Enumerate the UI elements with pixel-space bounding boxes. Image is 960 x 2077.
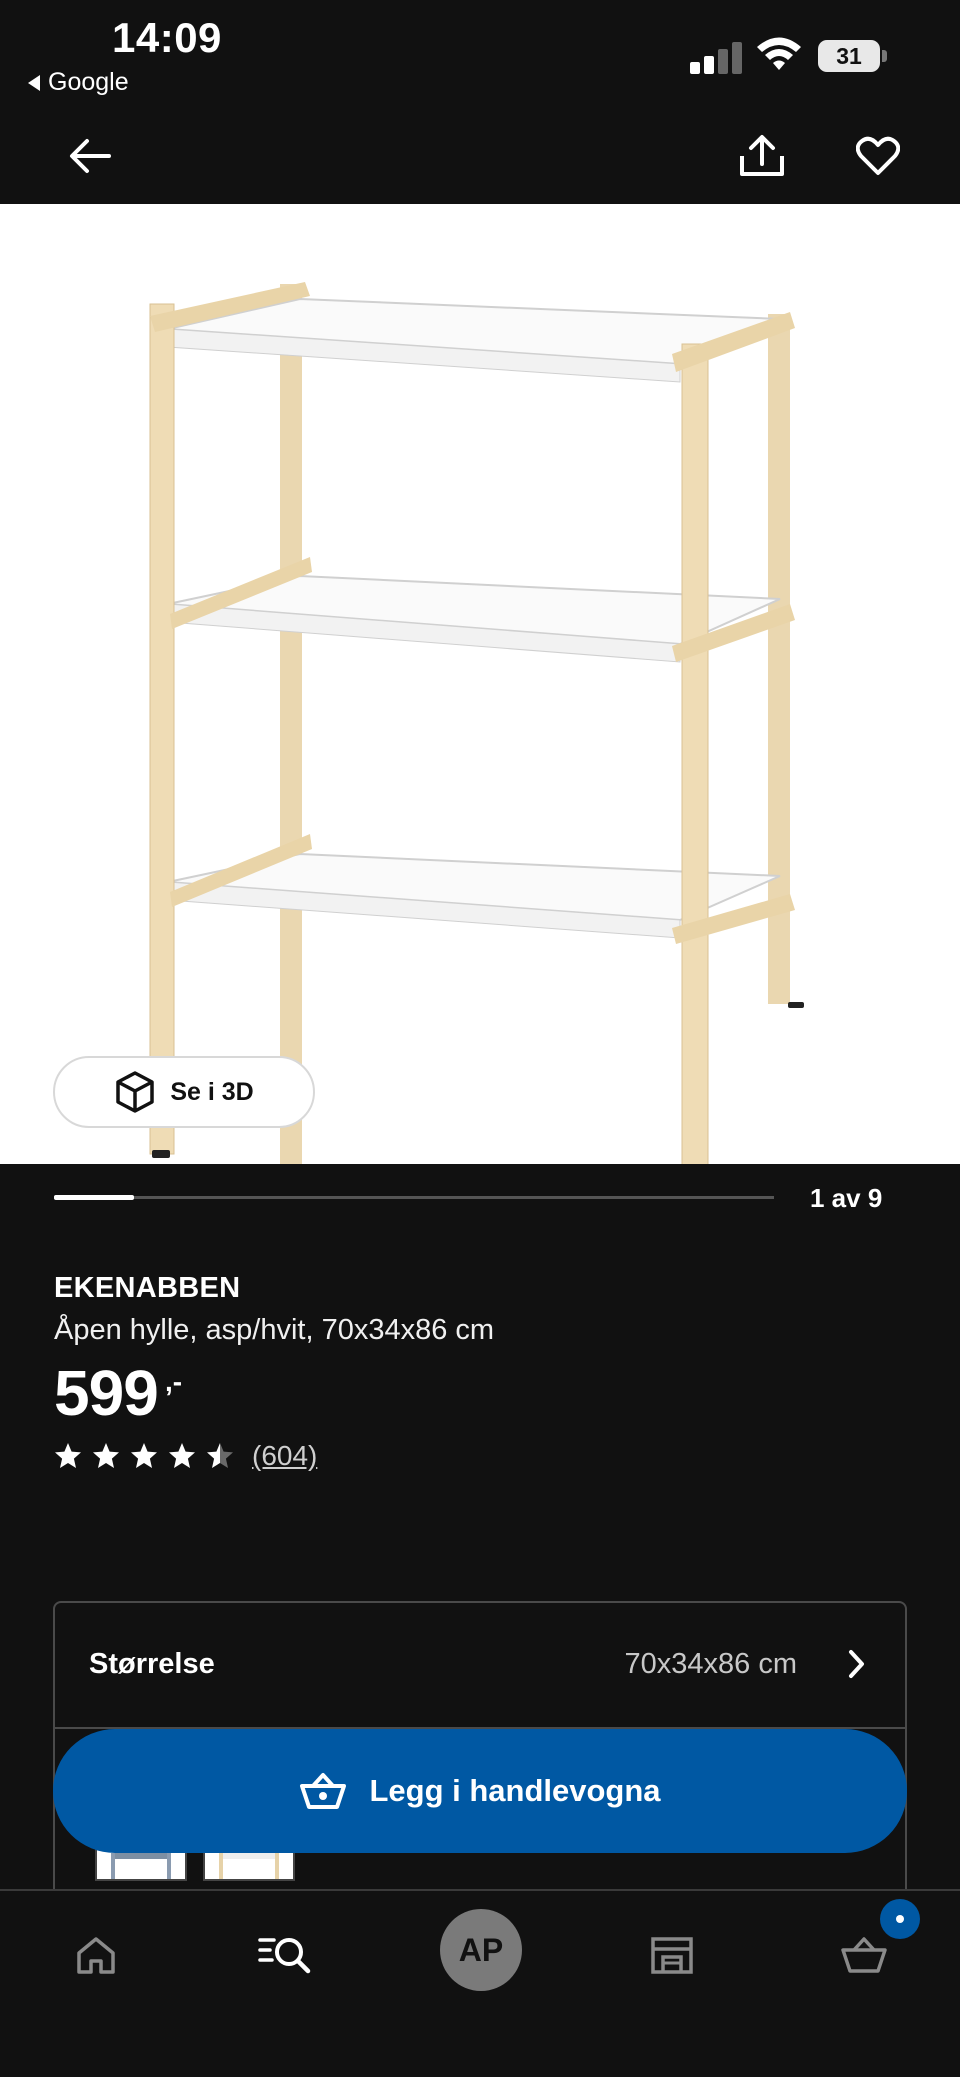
review-count-link[interactable]: (604): [252, 1440, 317, 1472]
battery-level: 31: [818, 40, 880, 72]
tab-stores[interactable]: [632, 1915, 712, 1995]
tab-profile-avatar[interactable]: AP: [440, 1909, 522, 1991]
battery-icon: 31: [818, 40, 888, 72]
shelf-illustration: [149, 282, 804, 1164]
star-icon: [131, 1443, 157, 1468]
tab-search[interactable]: [246, 1915, 326, 1995]
cube-3d-icon: [116, 1071, 155, 1113]
star-icon: [55, 1443, 81, 1468]
basket-icon: [300, 1773, 347, 1809]
star-icon: [207, 1443, 233, 1468]
chevron-right-icon: [849, 1650, 864, 1678]
product-image[interactable]: Se i 3D: [0, 204, 960, 1164]
star-icon: [93, 1443, 119, 1468]
add-to-cart-button[interactable]: Legg i handlevogna: [53, 1729, 907, 1853]
star-icon: [169, 1443, 195, 1468]
size-selector-row[interactable]: Størrelse 70x34x86 cm: [55, 1603, 905, 1729]
tab-home[interactable]: [56, 1915, 136, 1995]
favorite-button[interactable]: [848, 126, 908, 186]
add-to-cart-label: Legg i handlevogna: [369, 1773, 661, 1808]
gallery-counter: 1 av 9: [810, 1183, 883, 1213]
size-value: 70x34x86 cm: [624, 1648, 798, 1680]
share-icon: [740, 135, 784, 176]
back-app-label: Google: [48, 68, 129, 96]
status-bar: 14:09 Google 31: [0, 0, 960, 108]
back-to-app-link[interactable]: Google: [28, 68, 129, 97]
status-time: 14:09: [112, 14, 222, 61]
view-in-3d-label: Se i 3D: [170, 1077, 254, 1106]
price-suffix: ,-: [165, 1366, 183, 1397]
search-icon: [258, 1938, 311, 1974]
product-description: Åpen hylle, asp/hvit, 70x34x86 cm: [54, 1314, 495, 1346]
back-triangle-icon: [28, 74, 40, 91]
heart-icon: [856, 136, 900, 175]
product-page: 14:09 Google 31 Se i 3D 1 av 9 EKENABBEN…: [0, 0, 960, 2077]
cellular-signal-icon: [690, 40, 742, 74]
share-button[interactable]: [732, 126, 792, 186]
cart-icon: [841, 1937, 887, 1973]
product-name: EKENABBEN: [54, 1272, 241, 1304]
cart-badge: [880, 1899, 920, 1939]
product-rating[interactable]: (604): [54, 1440, 317, 1472]
home-icon: [77, 1937, 115, 1974]
back-button[interactable]: [60, 126, 120, 186]
top-navigation: [0, 108, 960, 204]
size-label: Størrelse: [89, 1648, 215, 1680]
gallery-progress-bar: [54, 1195, 774, 1200]
bottom-tab-bar: AP: [0, 1889, 960, 2077]
arrow-left-icon: [70, 139, 111, 173]
wifi-icon: [757, 37, 801, 70]
view-in-3d-button[interactable]: Se i 3D: [53, 1056, 315, 1128]
product-price: 599: [54, 1357, 159, 1429]
store-icon: [651, 1937, 693, 1974]
gallery-progress-fill: [54, 1195, 134, 1200]
rating-stars: [54, 1442, 234, 1470]
